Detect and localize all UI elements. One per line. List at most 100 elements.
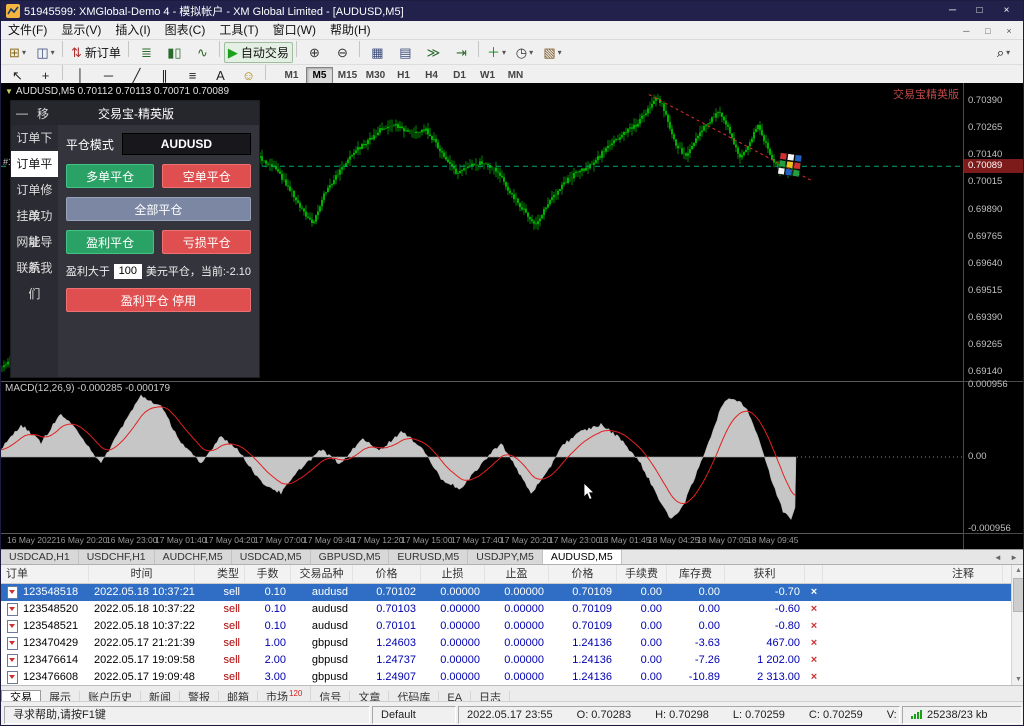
menu-item[interactable]: 显示(V) bbox=[54, 23, 108, 37]
column-header[interactable]: 交易品种 bbox=[291, 565, 353, 582]
auto-scroll-button[interactable]: ≫ bbox=[420, 42, 447, 63]
panel-menu: 订单下单订单平仓订单修改挂单功能网址导航联系我们 bbox=[11, 125, 58, 377]
bar-chart-button[interactable]: ≣ bbox=[133, 42, 160, 63]
commission: 0.00 bbox=[617, 601, 667, 618]
column-header[interactable]: 注释 bbox=[823, 565, 1003, 582]
order-row[interactable]: 1234766142022.05.17 19:09:58sell2.00gbpu… bbox=[1, 652, 1024, 669]
order-symbol: audusd bbox=[291, 584, 353, 601]
column-header[interactable]: 价格 bbox=[353, 565, 421, 582]
chart-tab[interactable]: USDCAD,H1 bbox=[1, 550, 79, 565]
take-profit: 0.00000 bbox=[485, 601, 549, 618]
column-header[interactable]: 手续费 bbox=[617, 565, 667, 582]
profiles-button[interactable]: ◫▾ bbox=[32, 42, 59, 63]
chart-tabs-scroll-right-icon[interactable]: ► bbox=[1007, 553, 1021, 562]
column-header[interactable]: 时间 bbox=[89, 565, 195, 582]
candlestick-chart-button[interactable]: ▮▯ bbox=[161, 42, 188, 63]
close-losing-button[interactable]: 亏损平仓 bbox=[162, 230, 251, 254]
close-short-button[interactable]: 空单平仓 bbox=[162, 164, 251, 188]
autotrading-button[interactable]: ▶自动交易 bbox=[224, 42, 293, 63]
chart-tab[interactable]: USDCHF,H1 bbox=[79, 550, 155, 565]
line-chart-button[interactable]: ∿ bbox=[189, 42, 216, 63]
macd-scale-label: 0.000956 bbox=[968, 379, 1008, 390]
order-row[interactable]: 1235485182022.05.18 10:37:21sell0.10audu… bbox=[1, 584, 1024, 601]
panel-menu-item-4[interactable]: 网址导航 bbox=[11, 229, 58, 255]
child-close-button[interactable]: × bbox=[1000, 26, 1018, 36]
child-minimize-button[interactable]: ─ bbox=[957, 26, 975, 36]
chart-tab[interactable]: EURUSD,M5 bbox=[389, 550, 468, 565]
order-time: 2022.05.17 19:09:48 bbox=[89, 669, 195, 686]
chart-tab[interactable]: USDCAD,M5 bbox=[232, 550, 311, 565]
chart-tab[interactable]: USDJPY,M5 bbox=[468, 550, 543, 565]
child-restore-button[interactable]: □ bbox=[979, 26, 997, 36]
periods-button[interactable]: ◷▾ bbox=[511, 42, 538, 63]
close-position-button[interactable]: × bbox=[805, 584, 823, 601]
mt4-window: 51945599: XMGlobal-Demo 4 - 模拟帐户 - XM Gl… bbox=[0, 0, 1024, 726]
order-row[interactable]: 1235485202022.05.18 10:37:22sell0.10audu… bbox=[1, 601, 1024, 618]
chart-shift-button[interactable]: ⇥ bbox=[448, 42, 475, 63]
tile-windows-button[interactable]: ▦ bbox=[364, 42, 391, 63]
terminal-scrollbar[interactable]: ▲ ▼ bbox=[1011, 565, 1024, 686]
window-maximize-button[interactable]: □ bbox=[966, 1, 993, 21]
column-header[interactable]: 止损 bbox=[421, 565, 485, 582]
chart-tabs-scroll-left-icon[interactable]: ◄ bbox=[991, 553, 1005, 562]
chart-tab[interactable]: GBPUSD,M5 bbox=[311, 550, 390, 565]
zoom-in-button[interactable]: ⊕ bbox=[301, 42, 328, 63]
close-profitable-button[interactable]: 盈利平仓 bbox=[66, 230, 155, 254]
status-connection: 25238/23 kb bbox=[902, 706, 1022, 724]
time-axis-label: 18 May 07:05 bbox=[697, 535, 749, 545]
close-long-button[interactable]: 多单平仓 bbox=[66, 164, 155, 188]
menu-item[interactable]: 插入(I) bbox=[108, 23, 157, 37]
column-header[interactable]: 价格 bbox=[549, 565, 617, 582]
chart-tab[interactable]: AUDCHF,M5 bbox=[155, 550, 232, 565]
column-header[interactable]: 止盈 bbox=[485, 565, 549, 582]
templates-button[interactable]: ▧▾ bbox=[539, 42, 566, 63]
menu-item[interactable]: 窗口(W) bbox=[266, 23, 323, 37]
column-header[interactable]: 订单 bbox=[1, 565, 89, 582]
menu-item[interactable]: 图表(C) bbox=[158, 23, 213, 37]
close-position-button[interactable]: × bbox=[805, 652, 823, 669]
menu-item[interactable]: 工具(T) bbox=[212, 23, 265, 37]
column-header[interactable]: 手数 bbox=[245, 565, 291, 582]
menu-item[interactable]: 文件(F) bbox=[1, 23, 54, 37]
close-position-button[interactable]: × bbox=[805, 601, 823, 618]
terminal-tab-6[interactable]: 市场120 bbox=[258, 686, 311, 701]
panel-move-handle[interactable]: 移 bbox=[33, 105, 53, 122]
column-header[interactable]: 库存费 bbox=[667, 565, 725, 582]
search-button[interactable]: ⌕▾ bbox=[990, 42, 1017, 63]
status-profile[interactable]: Default bbox=[372, 706, 456, 724]
toolbar-right-group: ⌕▾ bbox=[989, 42, 1023, 63]
profit-close-toggle-button[interactable]: 盈利平仓 停用 bbox=[66, 288, 251, 312]
current-price-cell: 1.24136 bbox=[549, 652, 617, 669]
column-header[interactable]: 类型 bbox=[195, 565, 245, 582]
panel-header[interactable]: — 移 交易宝-精英版 bbox=[11, 101, 259, 125]
close-position-button[interactable]: × bbox=[805, 618, 823, 635]
timeframes-toolbar: M1M5M15M30H1H4D1W1MN bbox=[277, 65, 529, 85]
close-position-button[interactable]: × bbox=[805, 635, 823, 652]
column-header[interactable]: 获利 bbox=[725, 565, 805, 582]
indicators-button[interactable]: ＋▾ bbox=[483, 42, 510, 63]
close-position-button[interactable]: × bbox=[805, 669, 823, 686]
scroll-up-icon[interactable]: ▲ bbox=[1012, 565, 1024, 577]
new-order-button[interactable]: ⇅新订单 bbox=[67, 42, 125, 63]
cascade-windows-button[interactable]: ▤ bbox=[392, 42, 419, 63]
panel-menu-item-1[interactable]: 订单平仓 bbox=[11, 151, 58, 177]
panel-menu-item-2[interactable]: 订单修改 bbox=[11, 177, 58, 203]
chart-collapse-icon[interactable]: ▼ bbox=[5, 87, 13, 96]
window-minimize-button[interactable]: ─ bbox=[939, 1, 966, 21]
chart-tab[interactable]: AUDUSD,M5 bbox=[543, 550, 622, 565]
order-row[interactable]: 1234766082022.05.17 19:09:48sell3.00gbpu… bbox=[1, 669, 1024, 686]
cube-logo-icon[interactable] bbox=[778, 153, 802, 177]
profit-threshold-input[interactable] bbox=[114, 264, 142, 279]
scrollbar-thumb[interactable] bbox=[1013, 578, 1024, 612]
panel-menu-item-3[interactable]: 挂单功能 bbox=[11, 203, 58, 229]
panel-menu-item-5[interactable]: 联系我们 bbox=[11, 255, 58, 281]
order-row[interactable]: 1234704292022.05.17 21:21:39sell1.00gbpu… bbox=[1, 635, 1024, 652]
zoom-out-button[interactable]: ⊖ bbox=[329, 42, 356, 63]
close-all-button[interactable]: 全部平仓 bbox=[66, 197, 251, 221]
panel-minimize-button[interactable]: — bbox=[11, 106, 33, 120]
menu-item[interactable]: 帮助(H) bbox=[323, 23, 378, 37]
window-close-button[interactable]: × bbox=[993, 1, 1020, 21]
new-chart-button[interactable]: ⊞▾ bbox=[4, 42, 31, 63]
panel-menu-item-0[interactable]: 订单下单 bbox=[11, 125, 58, 151]
order-row[interactable]: 1235485212022.05.18 10:37:22sell0.10audu… bbox=[1, 618, 1024, 635]
